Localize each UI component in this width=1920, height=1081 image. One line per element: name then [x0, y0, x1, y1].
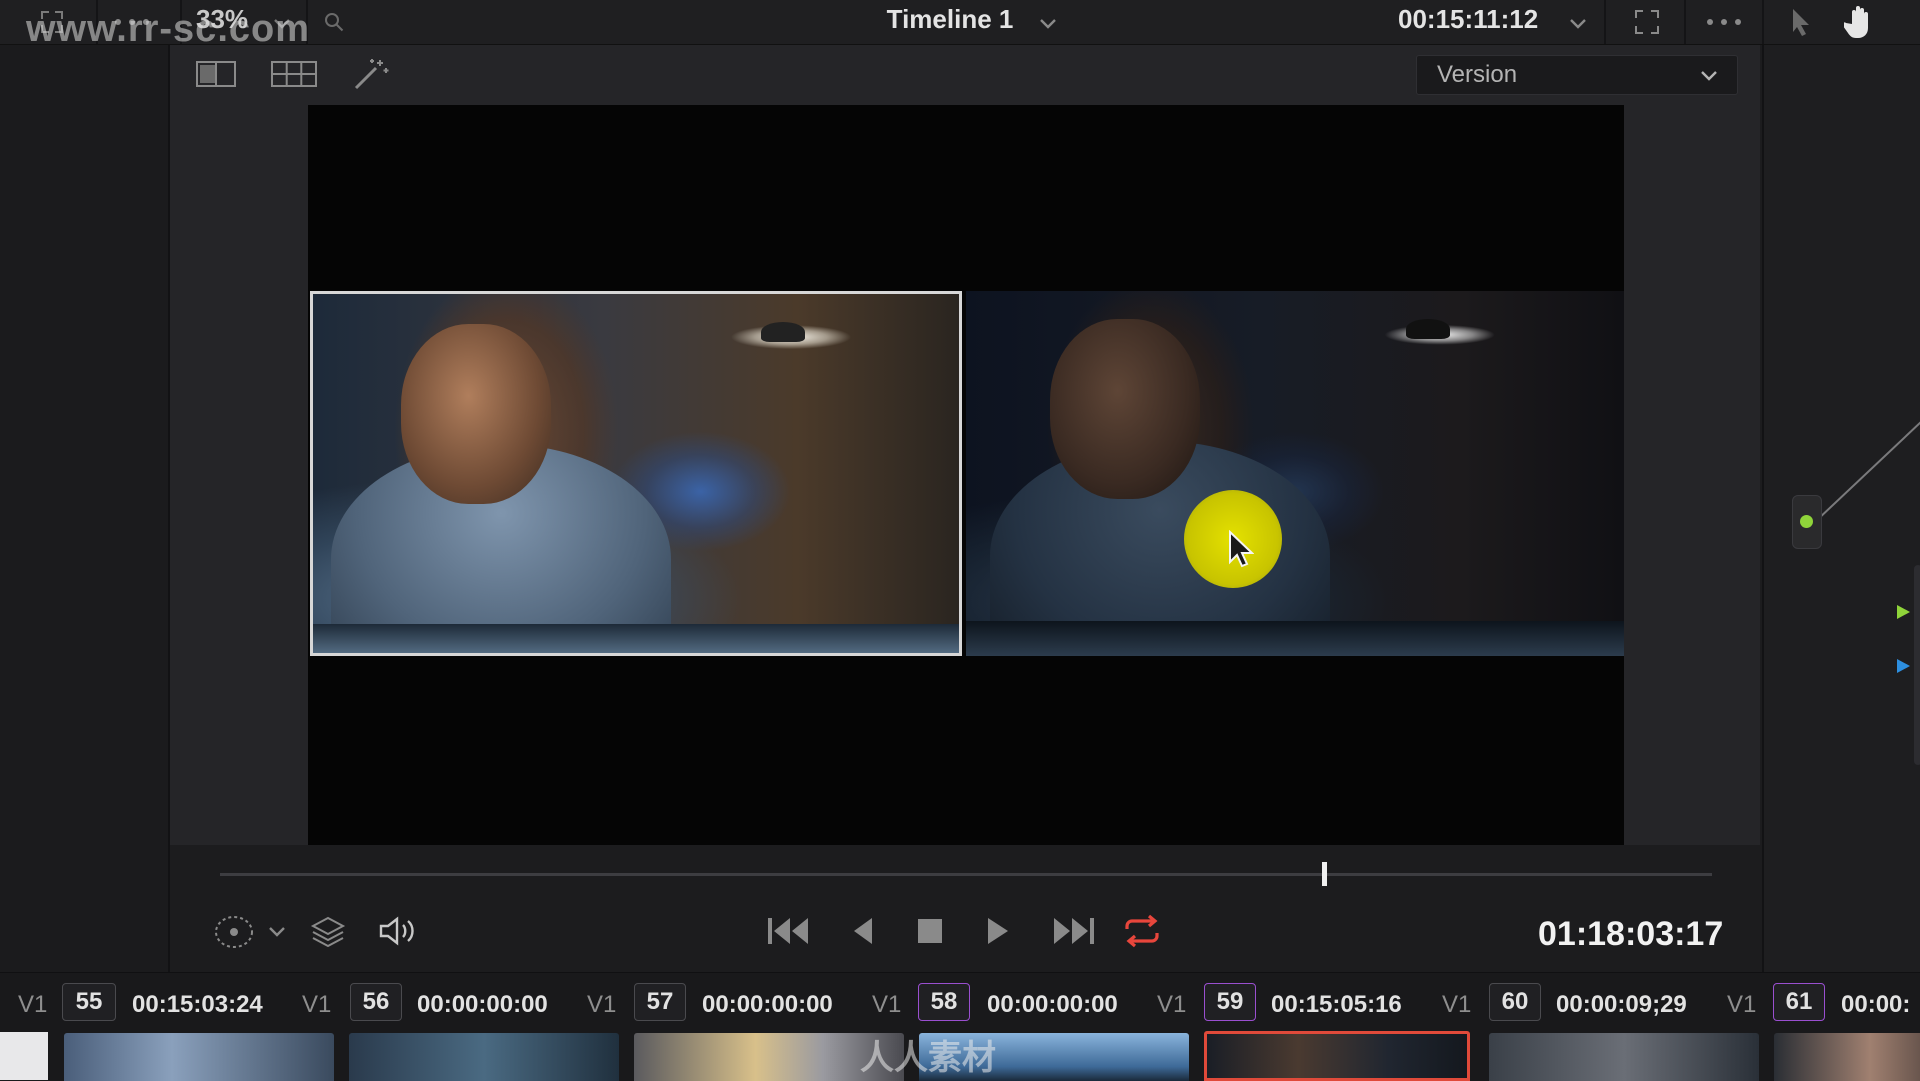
clip-59[interactable]: V1 59 00:15:05:16 [1140, 973, 1470, 1081]
clip-timecode: 00:00:00:00 [417, 991, 548, 1018]
magic-wand-icon[interactable] [350, 55, 394, 93]
chevron-down-icon [1699, 64, 1719, 93]
version-select-label: Version [1437, 61, 1518, 88]
node-blue-arrow-icon[interactable] [1894, 657, 1912, 680]
node-input[interactable] [1792, 495, 1822, 549]
clip-timecode: 00:00:00:00 [987, 991, 1118, 1018]
play-icon[interactable] [980, 913, 1016, 949]
clip-track-label: V1 [1157, 991, 1187, 1018]
clip-track-label: V1 [18, 991, 48, 1018]
search-icon[interactable] [320, 8, 348, 36]
clip-61[interactable]: V1 61 00:00: [1710, 973, 1920, 1081]
clip-number: 55 [62, 983, 116, 1021]
clip-56[interactable]: V1 56 00:00:00:00 [285, 973, 619, 1081]
chevron-down-icon[interactable] [1036, 12, 1060, 34]
clip-timecode: 00:00:09;29 [1556, 991, 1687, 1018]
clip-timecode: 00:15:03:24 [132, 991, 263, 1018]
last-frame-icon[interactable] [1048, 913, 1098, 949]
reference-still-frame[interactable] [310, 291, 962, 656]
loop-icon[interactable] [1120, 911, 1164, 951]
clip-60[interactable]: V1 60 00:00:09;29 [1425, 973, 1759, 1081]
stop-icon[interactable] [912, 913, 948, 949]
wipe-mode-icon[interactable] [212, 911, 256, 953]
clip-track-label: V1 [587, 991, 617, 1018]
transport-bar [170, 895, 1760, 970]
scrubber-playhead[interactable] [1321, 862, 1327, 886]
clip-number: 61 [1773, 983, 1825, 1021]
clip-number: 60 [1489, 983, 1541, 1021]
playhead-timecode[interactable]: 01:18:03:17 [1538, 915, 1723, 954]
timeline-timecode[interactable]: 00:15:11:12 [1398, 4, 1538, 35]
hand-icon[interactable] [1842, 2, 1878, 42]
clip-number: 58 [918, 983, 970, 1021]
clip-track-label: V1 [1442, 991, 1472, 1018]
node-green-arrow-icon[interactable] [1894, 603, 1912, 626]
clip-track-label: V1 [1727, 991, 1757, 1018]
node-output-dot[interactable] [1800, 515, 1813, 528]
node-editor-panel [1762, 45, 1920, 972]
clip-track-label: V1 [302, 991, 332, 1018]
clip-number: 57 [634, 983, 686, 1021]
clip-number: 56 [350, 983, 402, 1021]
clip-thumbnail [1774, 1033, 1920, 1081]
scrubber-track[interactable] [220, 873, 1712, 876]
current-frame[interactable] [966, 291, 1624, 656]
first-frame-icon[interactable] [764, 913, 814, 949]
timeline-title[interactable]: Timeline 1 [840, 4, 1060, 35]
chevron-down-icon[interactable] [1566, 12, 1590, 34]
panel-scrollbar[interactable] [1914, 565, 1920, 765]
clip-track-label: V1 [872, 991, 902, 1018]
step-back-icon[interactable] [844, 913, 880, 949]
watermark-logo: 人人素材 [860, 1039, 996, 1077]
speaker-icon[interactable] [376, 913, 418, 949]
clip-timecode: 00:15:05:16 [1271, 991, 1402, 1018]
clip-thumbnail-partial [0, 1032, 48, 1080]
layers-icon[interactable] [308, 913, 348, 949]
more-icon[interactable] [1702, 10, 1746, 34]
chevron-down-icon[interactable] [266, 921, 288, 941]
clip-57[interactable]: V1 57 00:00:00:00 [570, 973, 904, 1081]
fullscreen-icon[interactable] [1630, 6, 1664, 38]
clip-timecode: 00:00: [1841, 991, 1911, 1018]
split-view-icon[interactable] [194, 57, 238, 91]
clip-number: 59 [1204, 983, 1256, 1021]
pointer-icon[interactable] [1786, 4, 1816, 40]
left-panel [0, 45, 170, 972]
clip-timecode: 00:00:00:00 [702, 991, 833, 1018]
version-select[interactable]: Version [1416, 55, 1738, 95]
gallery-grid-icon[interactable] [270, 57, 318, 91]
mouse-pointer-icon [1228, 529, 1255, 573]
